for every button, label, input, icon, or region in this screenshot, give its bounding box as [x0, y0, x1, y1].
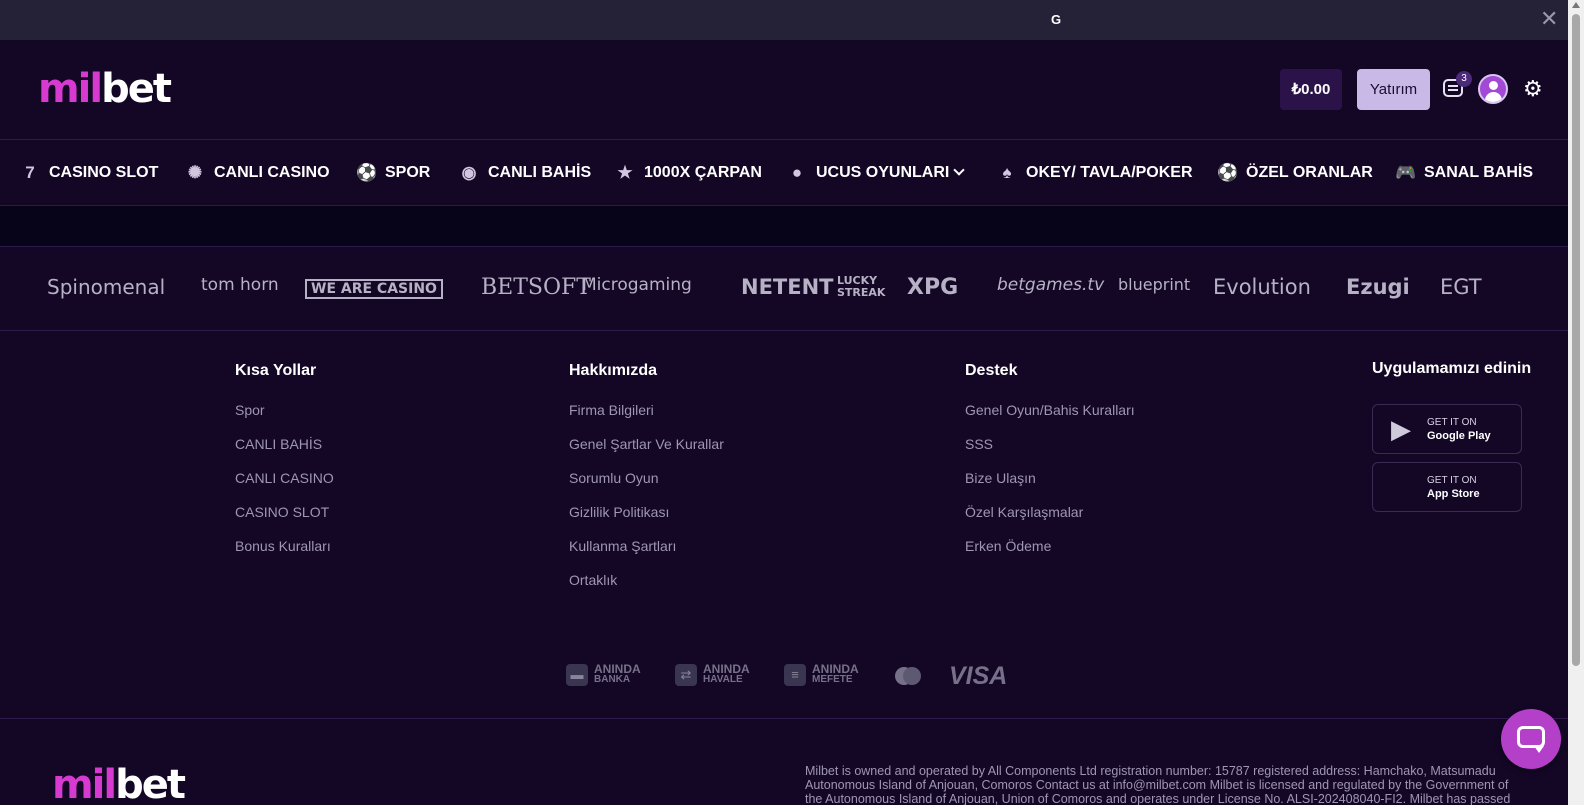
footer-column-title: Hakkımızda — [569, 362, 658, 379]
scroll-up-arrow-icon[interactable] — [1572, 2, 1580, 8]
apple-icon — [1387, 473, 1415, 501]
nav-item-1000x-carpan[interactable]: ★ 1000X ÇARPAN — [615, 162, 762, 184]
nav-item-sanal-bahis[interactable]: 🎮 SANAL BAHİS — [1395, 162, 1533, 184]
provider-logos: Spinomenal tom horn WE ARE CASINO BETSOF… — [0, 247, 1568, 331]
footer-link[interactable]: Erken Ödeme — [965, 538, 1051, 554]
footer-link[interactable]: SSS — [965, 436, 993, 452]
scrollbar[interactable] — [1568, 0, 1584, 805]
nav-item-casino-slot[interactable]: 7 CASINO SLOT — [20, 162, 158, 184]
footer-link[interactable]: Bonus Kuralları — [235, 538, 331, 554]
provider-logo[interactable]: tom horn — [201, 275, 279, 295]
footer-link[interactable]: Özel Karşılaşmalar — [965, 504, 1083, 520]
provider-logo[interactable]: LUCKY STREAK — [837, 275, 885, 299]
gamepad-icon: 🎮 — [1395, 162, 1417, 182]
footer-link[interactable]: Ortaklık — [569, 572, 617, 588]
provider-logo[interactable]: blueprint — [1118, 275, 1190, 294]
payment-aninda-mefete: ≡ ANINDA MEFETE — [784, 663, 859, 688]
provider-logo[interactable]: WE ARE CASINO — [305, 279, 443, 299]
payment-aninda-banka: ▬ ANINDA BANKA — [566, 663, 641, 688]
nav-item-spor[interactable]: ⚽ SPOR — [356, 162, 430, 184]
provider-logo[interactable]: XPG — [907, 275, 958, 300]
provider-logo[interactable]: Evolution — [1213, 275, 1311, 299]
footer-link[interactable]: Kullanma Şartları — [569, 538, 676, 554]
bank-card-icon: ▬ — [566, 664, 588, 686]
messages-badge: 3 — [1456, 71, 1472, 87]
provider-logo[interactable]: Ezugi — [1346, 275, 1410, 299]
star-icon: ★ — [617, 162, 633, 182]
nav-item-canli-bahis[interactable]: ◉ CANLI BAHİS — [459, 162, 592, 184]
app-store-button[interactable]: GET IT ON App Store — [1372, 462, 1522, 512]
announcement-band — [0, 206, 1568, 247]
live-signal-icon: ◉ — [461, 162, 477, 182]
footer-link[interactable]: Genel Şartlar Ve Kurallar — [569, 436, 724, 452]
mastercard-icon — [893, 665, 923, 689]
nav-item-okey-tavla-poker[interactable]: ♠ OKEY/ TAVLA/POKER — [997, 162, 1192, 184]
footer-link[interactable]: CANLI CASINO — [235, 470, 334, 486]
legal-text: Milbet is owned and operated by All Comp… — [805, 764, 1511, 805]
transfer-arrows-icon: ⇄ — [675, 664, 697, 686]
main-nav: 7 CASINO SLOT ✺ CANLI CASINO ⚽ SPOR ◉ CANLI … — [0, 140, 1568, 206]
soccer-ball-icon: ⚽ — [1217, 162, 1239, 182]
footer-column-title: Destek — [965, 362, 1018, 379]
bomb-icon: ● — [791, 162, 803, 182]
footer-milbet-logo[interactable]: milbet — [52, 762, 186, 805]
roulette-icon: ✺ — [187, 162, 203, 182]
google-play-icon: ▶ — [1391, 414, 1411, 444]
footer-divider — [0, 718, 1568, 719]
app-title: Uygulamamızı edinin — [1372, 360, 1532, 377]
footer-link[interactable]: Bize Ulaşın — [965, 470, 1036, 486]
nav-item-canli-casino[interactable]: ✺ CANLI CASINO — [185, 162, 330, 184]
footer-link[interactable]: Firma Bilgileri — [569, 402, 654, 418]
scrollbar-thumb[interactable] — [1572, 14, 1580, 666]
menu-lines-icon: ≡ — [784, 664, 806, 686]
footer-column-title: Kısa Yollar — [235, 362, 317, 379]
footer-link[interactable]: Genel Oyun/Bahis Kuralları — [965, 402, 1135, 418]
payment-aninda-havale: ⇄ ANINDA HAVALE — [675, 663, 750, 688]
google-play-button[interactable]: ▶ GET IT ON Google Play — [1372, 404, 1522, 454]
soccer-ball-icon: ⚽ — [356, 162, 378, 182]
provider-logo[interactable]: betgames.tv — [997, 275, 1104, 295]
slot-machine-icon: 7 — [25, 162, 35, 182]
provider-logo[interactable]: BETSOFT — [481, 275, 591, 300]
live-chat-button[interactable] — [1501, 709, 1561, 769]
user-avatar-icon[interactable] — [1478, 74, 1508, 104]
close-icon[interactable]: ✕ — [1540, 8, 1558, 30]
nav-item-ozel-oranlar[interactable]: ⚽ ÖZEL ORANLAR — [1217, 162, 1373, 184]
footer-link[interactable]: CANLI BAHİS — [235, 436, 322, 452]
footer-link[interactable]: Gizlilik Politikası — [569, 504, 669, 520]
nav-item-ucus-oyunlari[interactable]: ● UCUS OYUNLARI — [787, 162, 966, 184]
provider-logo[interactable]: Spinomenal — [47, 275, 165, 299]
provider-logo[interactable]: Microgaming — [582, 275, 692, 295]
google-icon: G — [1051, 12, 1062, 27]
top-banner: G ✕ — [0, 0, 1568, 40]
provider-logo[interactable]: EGT — [1440, 275, 1482, 299]
footer-link[interactable]: CASINO SLOT — [235, 504, 329, 520]
chevron-down-icon — [953, 164, 966, 176]
visa-logo: VISA — [949, 662, 1008, 690]
chat-bubble-icon — [1517, 726, 1545, 753]
milbet-logo[interactable]: milbet — [38, 66, 172, 112]
footer-link[interactable]: Sorumlu Oyun — [569, 470, 658, 486]
cards-icon: ♠ — [1002, 162, 1012, 182]
gear-icon[interactable]: ⚙ — [1523, 78, 1545, 100]
footer-link[interactable]: Spor — [235, 402, 265, 418]
balance-button[interactable]: ₺0.00 — [1280, 69, 1342, 110]
site-header: milbet ₺0.00 Yatırım 3 ⚙ — [0, 40, 1568, 140]
provider-logo[interactable]: NETENT — [741, 275, 834, 299]
deposit-button[interactable]: Yatırım — [1357, 69, 1430, 110]
